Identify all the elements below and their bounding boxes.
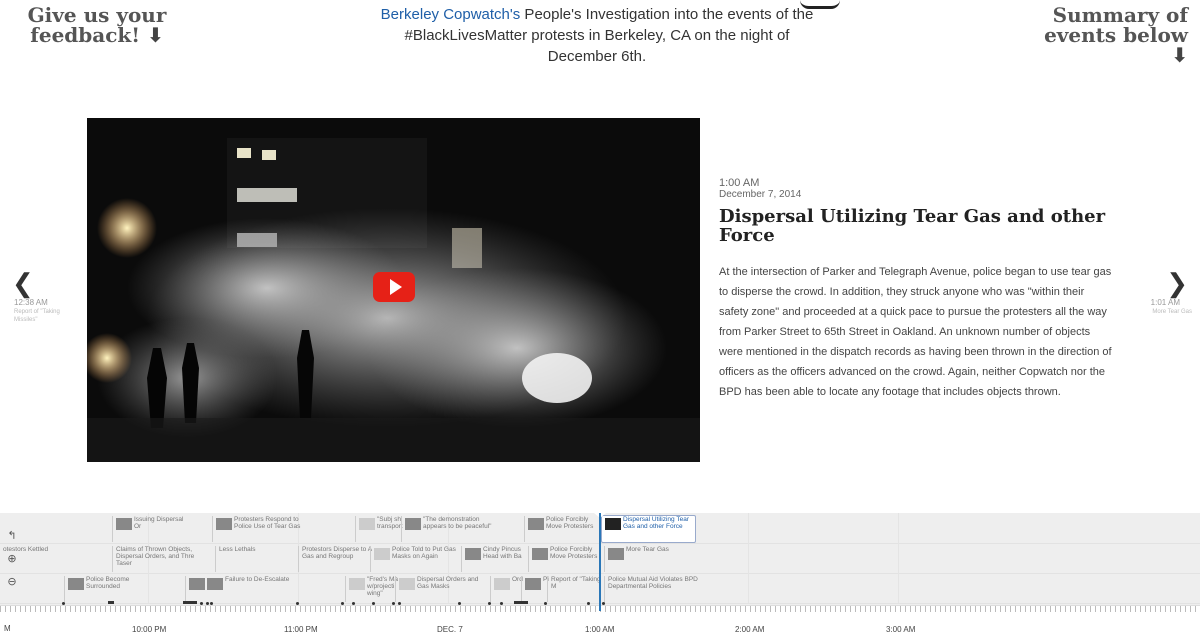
org-link[interactable]: Berkeley Copwatch's xyxy=(381,6,521,23)
event-thumbnail xyxy=(207,578,223,590)
event-thumbnail xyxy=(68,578,84,590)
timeline-cursor[interactable] xyxy=(599,513,601,611)
event-detail: 1:00 AM December 7, 2014 Dispersal Utili… xyxy=(719,178,1115,402)
zoom-out-icon[interactable]: ⊖ xyxy=(3,573,21,591)
down-arrow-icon: ⬇ xyxy=(1171,43,1188,67)
event-thumbnail xyxy=(374,548,390,560)
event-marker xyxy=(398,602,401,605)
event-thumbnail xyxy=(465,548,481,560)
event-thumbnail xyxy=(189,578,205,590)
event-thumbnail xyxy=(525,578,541,590)
event-title: Dispersal Utilizing Tear Gas and other F… xyxy=(719,206,1106,246)
timeline-event[interactable]: "Subj sh transport xyxy=(355,516,403,542)
event-thumbnail xyxy=(532,548,548,560)
event-marker xyxy=(183,601,197,604)
event-marker xyxy=(602,602,605,605)
timeline-event[interactable]: Ord xyxy=(490,576,524,602)
event-marker xyxy=(62,602,65,605)
event-thumbnail xyxy=(605,518,621,530)
axis-label-partial: M xyxy=(4,624,11,633)
timeline-event-active[interactable]: Dispersal Utilizing Tear Gas and other F… xyxy=(601,515,696,543)
event-thumbnail xyxy=(116,518,132,530)
next-arrow-icon[interactable]: ❯ xyxy=(1166,268,1188,299)
event-marker xyxy=(210,602,213,605)
event-thumbnail xyxy=(399,578,415,590)
grid-line xyxy=(898,513,899,603)
timeline-controls: ↰ ⊕ ⊖ xyxy=(3,527,25,596)
event-marker xyxy=(206,602,209,605)
event-time: 1:00 AM xyxy=(719,177,760,189)
event-marker xyxy=(488,602,491,605)
event-thumbnail xyxy=(359,518,375,530)
down-arrow-icon: ⬇ xyxy=(147,23,164,47)
next-event-time[interactable]: 1:01 AM xyxy=(1151,298,1180,307)
prev-event-label[interactable]: Report of "Taking Missiles" xyxy=(14,308,74,324)
event-marker xyxy=(341,602,344,605)
timeline-event[interactable]: Cindy Pincus Head with Ba xyxy=(461,546,531,572)
timeline-event[interactable]: Report of "Taking M xyxy=(547,576,607,602)
timeline-event[interactable]: Claims of Thrown Objects, Dispersal Orde… xyxy=(112,546,206,572)
timeline-event[interactable]: Protesters Respond to Police Use of Tear… xyxy=(212,516,302,542)
play-button[interactable] xyxy=(373,272,415,302)
event-marker xyxy=(458,602,461,605)
timeline-event[interactable]: Issuing Dispersal Or xyxy=(112,516,192,542)
video-player[interactable] xyxy=(87,118,700,462)
event-marker xyxy=(587,602,590,605)
event-marker xyxy=(200,602,203,605)
timeline-event[interactable]: Police Mutual Aid Violates BPD Departmen… xyxy=(604,576,708,602)
timeline-event[interactable]: Police Become Surrounded xyxy=(64,576,148,602)
event-marker xyxy=(514,601,528,604)
event-marker xyxy=(544,602,547,605)
timeline-event[interactable]: Protestors Disperse to A Gas and Regroup xyxy=(298,546,374,572)
grid-line xyxy=(748,513,749,603)
page-headline: Berkeley Copwatch's People's Investigati… xyxy=(380,4,814,67)
event-marker xyxy=(108,601,114,604)
timeline-event[interactable]: "The demonstration appears to be peacefu… xyxy=(401,516,495,542)
timeline-event[interactable]: Police Forcibly Move Protesters xyxy=(524,516,600,542)
event-thumbnail xyxy=(494,578,510,590)
event-thumbnail xyxy=(216,518,232,530)
prev-event-time[interactable]: 12:38 AM xyxy=(14,298,48,307)
event-description: At the intersection of Parker and Telegr… xyxy=(719,266,1112,398)
decorative-shape xyxy=(800,0,840,9)
next-event-label[interactable]: More Tear Gas xyxy=(1152,308,1192,316)
timeline-event[interactable]: Failure to De-Escalate xyxy=(185,576,301,602)
timeline-event[interactable]: Less Lethals xyxy=(215,546,295,572)
timeline-event[interactable]: "Fred's Ma w/projecti wing" xyxy=(345,576,399,602)
event-marker xyxy=(296,602,299,605)
event-thumbnail xyxy=(349,578,365,590)
timeline-event[interactable]: Dispersal Orders and Gas Masks xyxy=(395,576,485,602)
summary-heading: Summary of events below ⬇ xyxy=(1028,5,1188,65)
event-marker xyxy=(500,602,503,605)
feedback-title[interactable]: Give us your feedback! xyxy=(28,3,167,47)
summary-title: Summary of events below xyxy=(1044,3,1188,47)
timeline[interactable]: Issuing Dispersal Or Protesters Respond … xyxy=(0,513,1200,634)
timeline-event[interactable]: Police Told to Put Gas Masks on Again xyxy=(370,546,460,572)
event-thumbnail xyxy=(608,548,624,560)
timeline-event[interactable]: More Tear Gas xyxy=(604,546,690,572)
event-marker xyxy=(352,602,355,605)
event-marker xyxy=(392,602,395,605)
timeline-event[interactable]: Police Forcibly Move Protesters xyxy=(528,546,604,572)
play-icon xyxy=(389,279,402,295)
back-to-start-icon[interactable]: ↰ xyxy=(3,527,21,545)
event-thumbnail xyxy=(528,518,544,530)
feedback-heading[interactable]: Give us your feedback! ⬇ xyxy=(22,5,172,45)
event-marker xyxy=(372,602,375,605)
event-thumbnail xyxy=(405,518,421,530)
event-date: December 7, 2014 xyxy=(719,189,802,200)
prev-arrow-icon[interactable]: ❮ xyxy=(12,268,34,299)
zoom-in-icon[interactable]: ⊕ xyxy=(3,550,21,568)
